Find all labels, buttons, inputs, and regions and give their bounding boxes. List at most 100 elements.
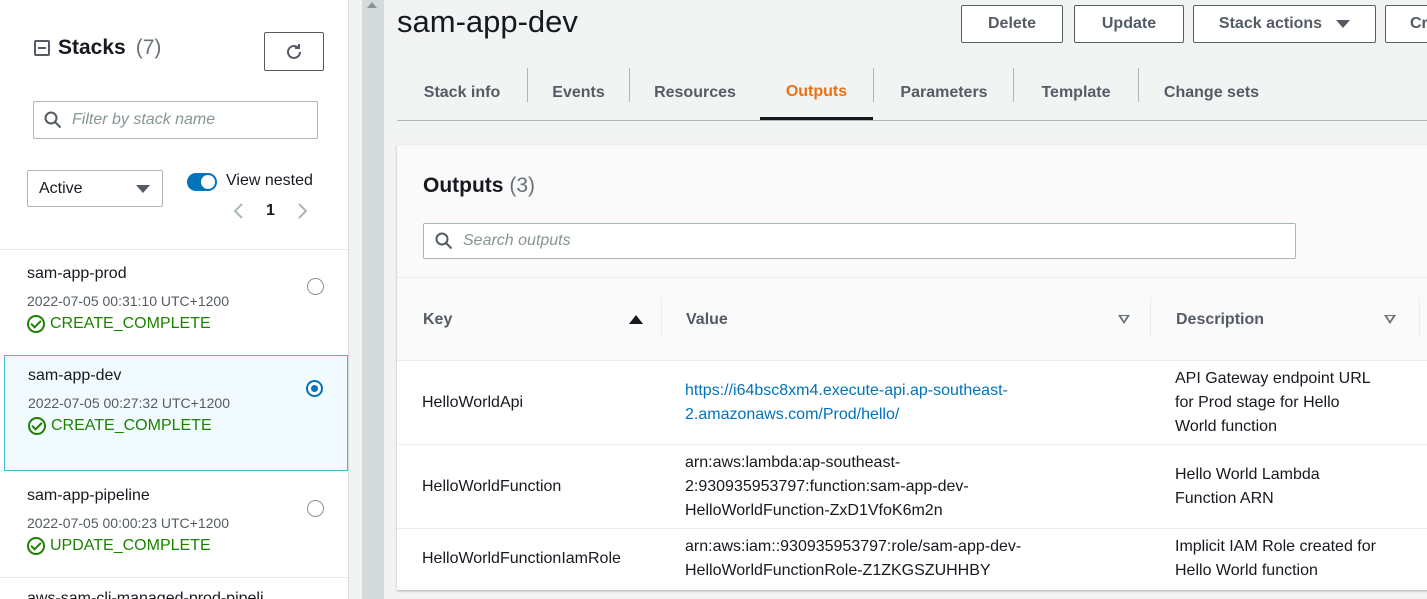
stack-status-text: UPDATE_COMPLETE: [50, 537, 211, 554]
tab-stack-info[interactable]: Stack info: [397, 66, 527, 120]
outputs-header: Outputs (3) Search outputs: [397, 145, 1427, 278]
output-value-line: HelloWorldFunctionRole-Z1ZKGSZUHHBY: [685, 562, 991, 579]
stacks-count: (7): [135, 36, 162, 59]
output-description: Implicit IAM Role created for Hello Worl…: [1175, 529, 1405, 589]
stack-status: CREATE_COMPLETE: [27, 315, 348, 333]
panel-gutter: [349, 0, 362, 599]
output-value-link[interactable]: https://i64bsc8xm4.execute-api.ap-southe…: [685, 379, 1008, 427]
refresh-button[interactable]: [264, 32, 324, 71]
view-nested-toggle[interactable]: [187, 173, 217, 191]
update-button-label: Update: [1101, 15, 1157, 32]
status-check-icon: [27, 315, 45, 333]
stack-name: aws-sam-cli-managed-prod-pipeli: [27, 590, 264, 599]
stacks-header[interactable]: Stacks (7): [34, 36, 161, 60]
stack-radio[interactable]: [307, 500, 324, 517]
tab-bar: Stack info Events Resources Outputs Para…: [397, 66, 1427, 121]
chevron-right-icon[interactable]: [297, 202, 309, 220]
tab-change-sets[interactable]: Change sets: [1139, 66, 1284, 120]
output-description-line: API Gateway endpoint URL: [1175, 369, 1371, 387]
pagination: 1: [232, 202, 309, 220]
output-value-line: HelloWorldFunction-ZxD1VfoK6m2n: [685, 501, 943, 519]
update-button[interactable]: Update: [1074, 5, 1184, 43]
divider: [0, 249, 348, 250]
column-header-description[interactable]: Description: [1176, 278, 1396, 361]
stack-radio[interactable]: [307, 278, 324, 295]
stack-radio[interactable]: [306, 380, 323, 397]
stack-time: 2022-07-05 00:31:10 UTC+1200: [27, 293, 229, 309]
stack-time: 2022-07-05 00:00:23 UTC+1200: [27, 515, 229, 531]
tab-template[interactable]: Template: [1014, 66, 1138, 120]
output-value: arn:aws:lambda:ap-southeast- 2:930935953…: [685, 445, 1065, 528]
outputs-container: Outputs (3) Search outputs Key Value Des…: [397, 145, 1427, 590]
caret-down-icon: [136, 184, 150, 193]
create-stack-button[interactable]: Cr: [1385, 5, 1427, 43]
outputs-count: (3): [509, 174, 535, 197]
filter-placeholder: Filter by stack name: [72, 111, 216, 128]
search-icon: [435, 232, 453, 250]
column-separator[interactable]: [661, 298, 662, 338]
output-value: arn:aws:iam::930935953797:role/sam-app-d…: [685, 529, 1065, 589]
stack-name: sam-app-dev: [28, 367, 122, 384]
view-nested-label: View nested: [226, 172, 313, 189]
stack-status-text: CREATE_COMPLETE: [51, 417, 212, 434]
output-description-line: Implicit IAM Role created for: [1175, 538, 1376, 555]
stack-actions-button[interactable]: Stack actions: [1193, 5, 1376, 43]
status-check-icon: [28, 417, 46, 435]
column-header-description-label: Description: [1176, 310, 1265, 328]
output-value[interactable]: https://i64bsc8xm4.execute-api.ap-southe…: [685, 361, 1065, 444]
output-value-line[interactable]: 2.amazonaws.com/Prod/hello/: [685, 403, 1008, 427]
outputs-title-text: Outputs: [423, 174, 504, 197]
page-title: sam-app-dev: [397, 4, 578, 39]
column-header-value[interactable]: Value: [686, 278, 1130, 361]
stack-status-text: CREATE_COMPLETE: [50, 315, 211, 332]
collapse-icon[interactable]: [34, 40, 50, 56]
tab-outputs[interactable]: Outputs: [760, 66, 873, 120]
refresh-icon: [287, 43, 301, 59]
table-header: Key Value Description: [397, 278, 1427, 361]
chevron-left-icon[interactable]: [232, 202, 244, 220]
delete-button-label: Delete: [987, 15, 1037, 32]
column-separator[interactable]: [1419, 298, 1420, 338]
stack-name: sam-app-pipeline: [27, 487, 150, 504]
output-value-line: arn:aws:lambda:ap-southeast-: [685, 453, 901, 471]
stack-item[interactable]: sam-app-pipeline 2022-07-05 00:00:23 UTC…: [4, 476, 348, 592]
column-separator[interactable]: [1150, 298, 1151, 338]
stack-item[interactable]: aws-sam-cli-managed-prod-pipeli: [4, 580, 348, 599]
output-value-line[interactable]: https://i64bsc8xm4.execute-api.ap-southe…: [685, 379, 1008, 403]
search-outputs-input[interactable]: Search outputs: [423, 223, 1296, 259]
table-row: HelloWorldApi https://i64bsc8xm4.execute…: [397, 361, 1427, 445]
stack-actions-label: Stack actions: [1218, 15, 1323, 32]
delete-button[interactable]: Delete: [961, 5, 1063, 43]
tab-parameters[interactable]: Parameters: [874, 66, 1014, 120]
tab-resources[interactable]: Resources: [630, 66, 760, 120]
column-header-key[interactable]: Key: [423, 278, 643, 361]
caret-down-icon: [1336, 20, 1351, 28]
stack-item[interactable]: sam-app-prod 2022-07-05 00:31:10 UTC+120…: [4, 254, 348, 370]
table-row: HelloWorldFunction arn:aws:lambda:ap-sou…: [397, 445, 1427, 529]
search-icon: [44, 111, 62, 129]
output-key: HelloWorldFunctionIamRole: [422, 550, 621, 567]
output-description-line: Hello World function: [1175, 562, 1318, 579]
output-value-line: 2:930935953797:function:sam-app-dev-: [685, 477, 969, 495]
stack-time: 2022-07-05 00:27:32 UTC+1200: [28, 395, 230, 411]
output-description: Hello World Lambda Function ARN: [1175, 445, 1405, 528]
sort-icon: [1384, 314, 1396, 325]
output-description-line: World function: [1175, 417, 1277, 435]
output-key: HelloWorldApi: [422, 393, 524, 411]
output-description: API Gateway endpoint URL for Prod stage …: [1175, 361, 1405, 444]
column-header-key-label: Key: [423, 310, 453, 328]
stack-item-selected[interactable]: sam-app-dev 2022-07-05 00:27:32 UTC+1200…: [4, 355, 348, 471]
output-description-line: Function ARN: [1175, 489, 1274, 507]
tab-events[interactable]: Events: [528, 66, 629, 120]
scrollbar[interactable]: [362, 0, 384, 599]
page-number[interactable]: 1: [266, 202, 275, 220]
output-value-line: arn:aws:iam::930935953797:role/sam-app-d…: [685, 538, 1022, 555]
stack-status: UPDATE_COMPLETE: [27, 537, 348, 555]
output-description-line: Hello World Lambda: [1175, 465, 1320, 483]
status-filter-select[interactable]: Active: [27, 170, 163, 207]
sort-icon: [1118, 314, 1130, 325]
filter-stacks-input[interactable]: Filter by stack name: [33, 101, 318, 139]
scroll-up-icon[interactable]: [367, 2, 377, 8]
search-outputs-placeholder: Search outputs: [463, 232, 571, 249]
output-key: HelloWorldFunction: [422, 477, 562, 495]
